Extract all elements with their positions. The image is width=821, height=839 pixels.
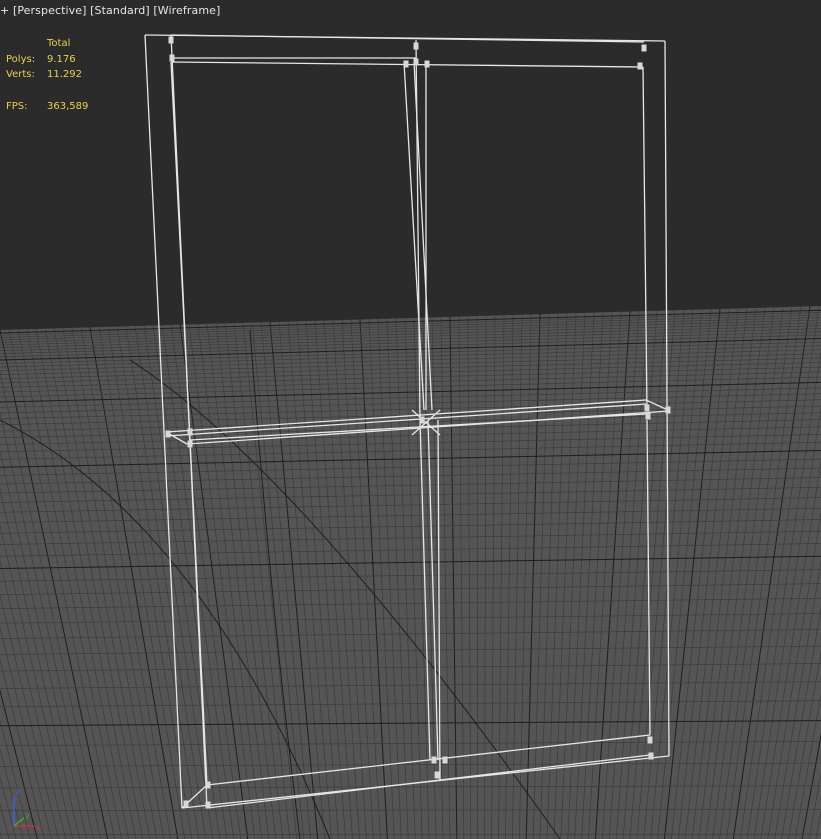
wire-vertex <box>413 42 419 50</box>
wire-vertex <box>431 756 437 764</box>
wire-vertex <box>648 752 654 760</box>
display-mode-label[interactable]: [Wireframe] <box>153 4 220 17</box>
stats-header: Total <box>47 38 71 49</box>
y-axis-line <box>13 817 25 827</box>
x-axis-letter: x <box>36 823 41 832</box>
grid-floor <box>0 306 821 839</box>
wire-vertex <box>434 771 440 779</box>
wire-vertex <box>165 430 171 438</box>
polys-label: Polys: <box>6 54 36 65</box>
wire-vertex <box>424 60 430 68</box>
wire-vertex <box>187 440 193 448</box>
wire-edge <box>170 34 645 43</box>
wire-vertex <box>413 58 419 66</box>
viewport-menu-button[interactable]: + <box>0 4 9 17</box>
wire-vertex <box>403 60 409 68</box>
axis-tripod-icon: x y z <box>13 787 41 832</box>
shading-preset-label[interactable]: [Standard] <box>90 4 150 17</box>
floor-plane <box>0 306 821 839</box>
viewport-scene <box>0 34 821 839</box>
wire-vertex <box>205 801 211 809</box>
polys-value: 9.176 <box>47 54 76 65</box>
wire-vertex <box>419 416 425 424</box>
wire-vertex <box>169 54 175 62</box>
wire-vertex <box>645 412 651 420</box>
y-axis-letter: y <box>25 811 30 820</box>
wire-vertex <box>442 756 448 764</box>
wire-vertex <box>665 406 671 414</box>
wire-vertex <box>168 36 174 44</box>
viewport-label: + [Perspective] [Standard] [Wireframe] <box>0 4 220 17</box>
wire-vertex <box>647 736 653 744</box>
wire-vertex <box>641 44 647 52</box>
perspective-viewport[interactable]: + [Perspective] [Standard] [Wireframe] T… <box>0 0 821 839</box>
wire-vertex <box>205 781 211 789</box>
z-axis-letter: z <box>16 787 20 796</box>
verts-label: Verts: <box>6 69 35 80</box>
wire-vertex <box>187 428 193 436</box>
fps-label: FPS: <box>6 101 28 112</box>
view-type-label[interactable]: [Perspective] <box>13 4 87 17</box>
wire-vertex <box>644 404 650 412</box>
wire-vertex <box>183 800 189 808</box>
fps-value: 363,589 <box>47 101 89 112</box>
verts-value: 11.292 <box>47 69 82 80</box>
wire-vertex <box>637 62 643 70</box>
